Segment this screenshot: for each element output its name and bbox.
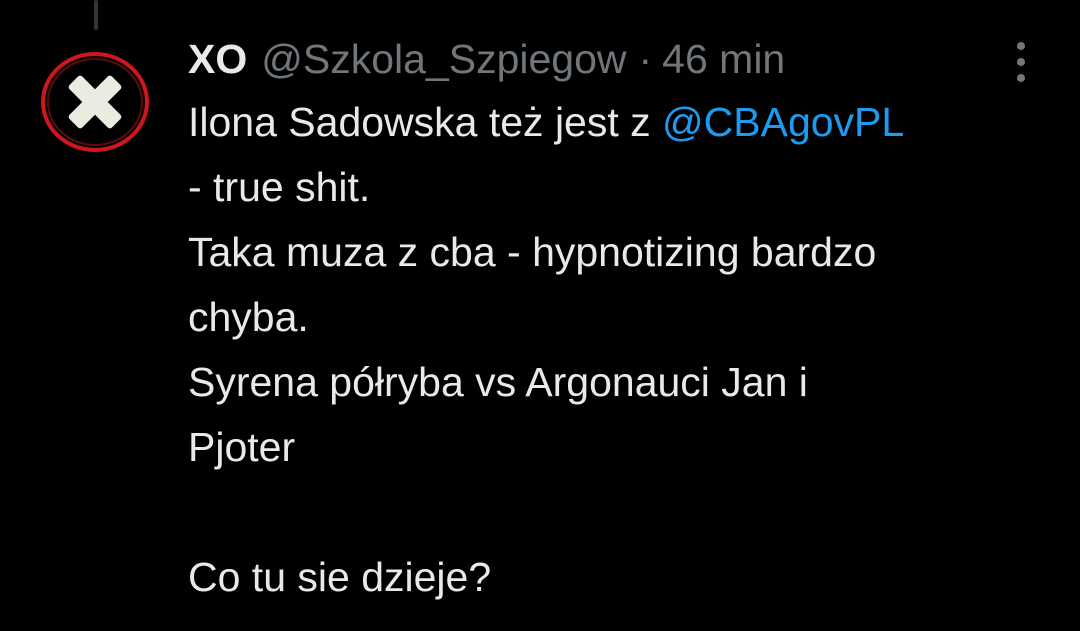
user-handle[interactable]: @Szkola_Szpiegow: [261, 30, 626, 88]
more-dot: [1017, 58, 1025, 66]
tweet-text-segment: Ilona Sadowska też jest z: [188, 99, 663, 145]
tweet[interactable]: XO @Szkola_Szpiegow · 46 min Ilona Sadow…: [188, 30, 1048, 610]
thread-connector-line: [94, 0, 98, 30]
more-dot: [1017, 74, 1025, 82]
display-name[interactable]: XO: [188, 30, 247, 88]
tweet-text-line: Syrena półryba vs Argonauci Jan i: [188, 359, 808, 405]
tweet-text-line: chyba.: [188, 294, 309, 340]
more-vertical-icon[interactable]: [1010, 42, 1032, 82]
tweet-text-line: [188, 480, 1048, 545]
tweet-text: Ilona Sadowska też jest z @CBAgovPL - tr…: [188, 90, 1048, 610]
separator-dot: ·: [638, 36, 653, 82]
x-cross-avatar-icon: [41, 52, 149, 152]
tweet-header: XO @Szkola_Szpiegow · 46 min: [188, 30, 1048, 88]
mention-link[interactable]: @CBAgovPL: [662, 99, 904, 145]
avatar[interactable]: [35, 48, 155, 156]
tweet-text-line: Taka muza z cba - hypnotizing bardzo: [188, 229, 877, 275]
tweet-text-line: Ilona Sadowska też jest z @CBAgovPL: [188, 90, 1048, 155]
tweet-text-line: Pjoter: [188, 424, 296, 470]
tweet-text-line: Co tu sie dzieje?: [188, 554, 492, 600]
more-dot: [1017, 42, 1025, 50]
tweet-text-line: - true shit.: [188, 164, 371, 210]
timestamp[interactable]: 46 min: [662, 30, 785, 88]
